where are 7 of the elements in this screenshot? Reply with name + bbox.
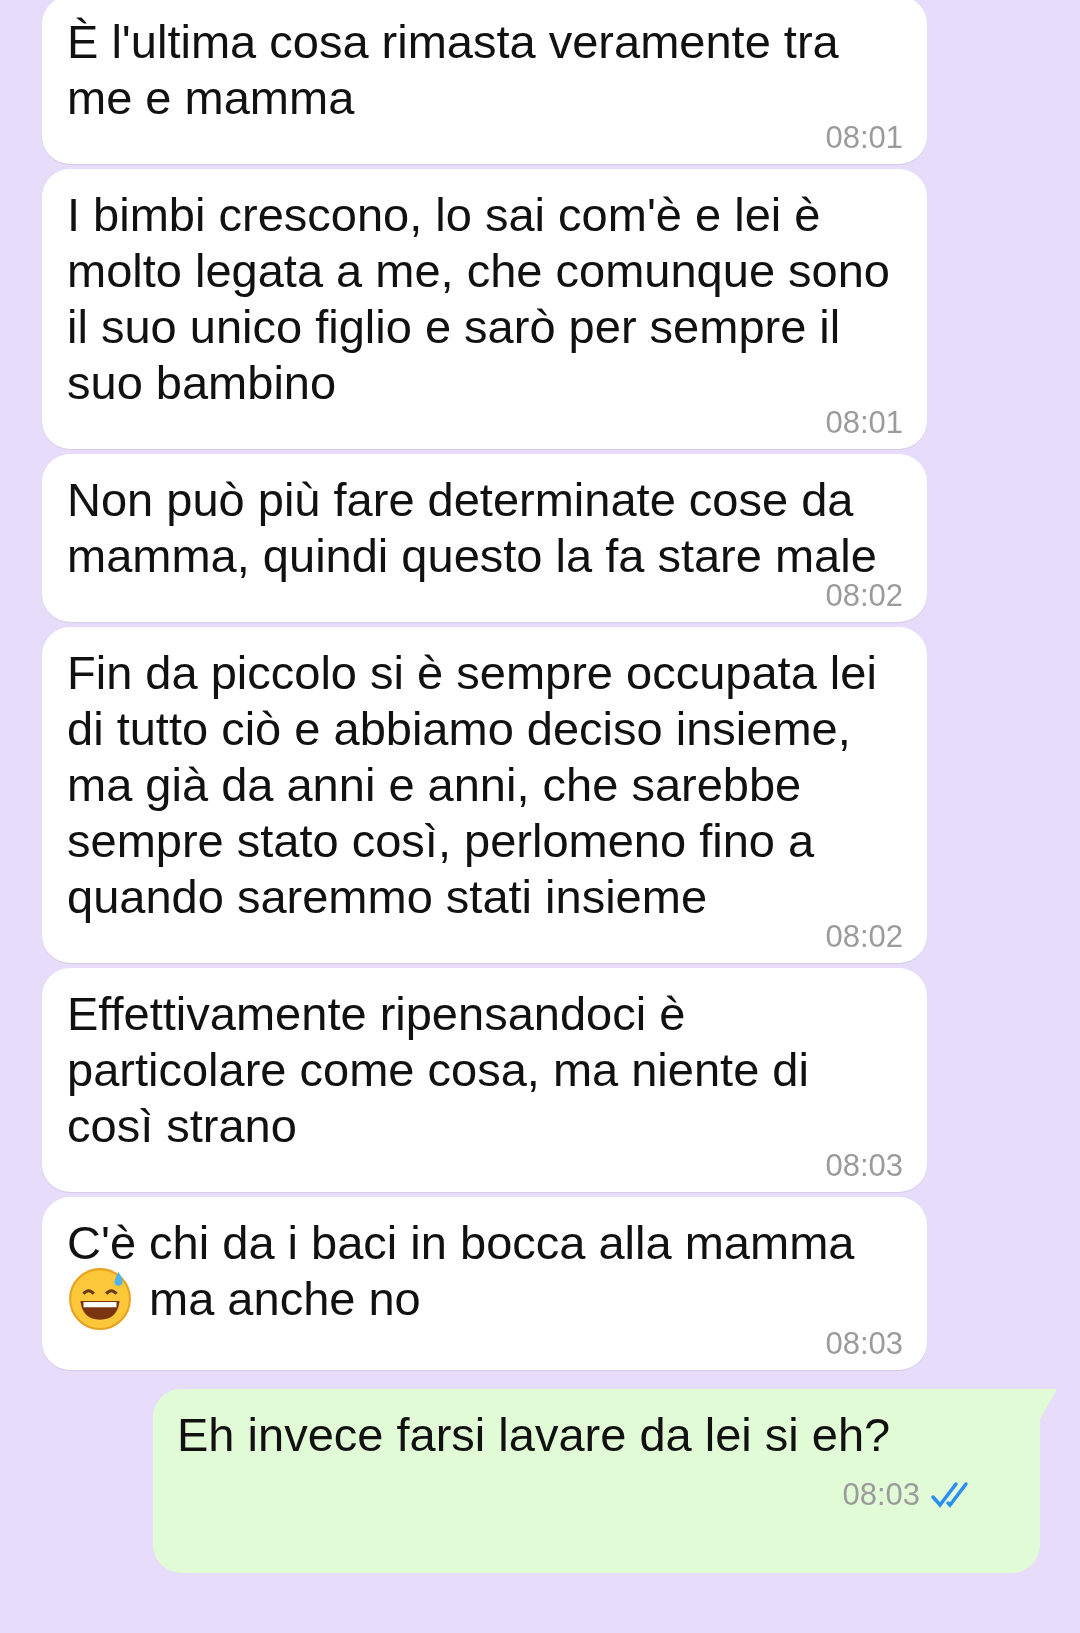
message-text: ma anche no bbox=[149, 1272, 421, 1325]
message-text: Effettivamente ripensandoci è particolare come cosa, ma niente di così strano bbox=[67, 987, 809, 1152]
message-time: 08:03 bbox=[842, 1476, 920, 1513]
message-time: 08:03 bbox=[825, 1325, 903, 1362]
message-text: Eh invece farsi lavare da lei si eh? bbox=[177, 1407, 891, 1461]
message-text: C'è chi da i baci in bocca alla mamma bbox=[67, 1216, 855, 1269]
message-time: 08:03 bbox=[825, 1148, 903, 1184]
